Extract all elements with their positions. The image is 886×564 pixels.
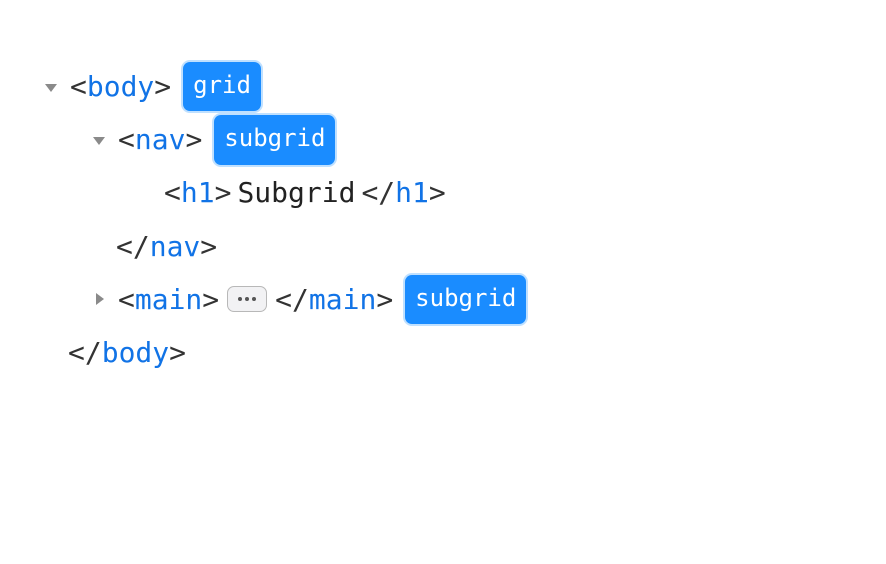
- tag-open: <body>: [70, 60, 171, 113]
- tree-row-nav-open[interactable]: <nav> subgrid: [40, 113, 846, 166]
- tree-row-h1[interactable]: <h1>Subgrid</h1>: [40, 166, 846, 219]
- tree-row-nav-close[interactable]: </nav>: [40, 220, 846, 273]
- tree-row-main[interactable]: <main> </main> subgrid: [40, 273, 846, 326]
- disclosure-triangle-collapsed-icon[interactable]: [88, 288, 110, 310]
- disclosure-triangle-expanded-icon[interactable]: [40, 76, 62, 98]
- text-node: Subgrid: [237, 166, 355, 219]
- tree-row-body-close[interactable]: </body>: [40, 326, 846, 379]
- tag-name: h1: [181, 176, 215, 209]
- subgrid-badge[interactable]: subgrid: [214, 115, 335, 165]
- subgrid-badge[interactable]: subgrid: [405, 275, 526, 325]
- tag-name: nav: [150, 230, 201, 263]
- tag-open: <nav>: [118, 113, 202, 166]
- tag-close: </nav>: [116, 220, 217, 273]
- tag-name: h1: [395, 176, 429, 209]
- tag-name: main: [135, 283, 202, 316]
- tag-name: nav: [135, 123, 186, 156]
- tag-name: body: [87, 70, 154, 103]
- disclosure-triangle-expanded-icon[interactable]: [88, 129, 110, 151]
- tag-name: main: [309, 283, 376, 316]
- tag-open: <h1>: [164, 166, 231, 219]
- expand-ellipsis-button[interactable]: [227, 286, 267, 312]
- grid-badge[interactable]: grid: [183, 62, 261, 112]
- tag-name: body: [102, 336, 169, 369]
- tree-row-body-open[interactable]: <body> grid: [40, 60, 846, 113]
- tag-open: <main>: [118, 273, 219, 326]
- tag-close: </body>: [68, 326, 186, 379]
- tag-close: </h1>: [361, 166, 445, 219]
- tag-close: </main>: [275, 273, 393, 326]
- dom-tree: <body> grid <nav> subgrid <h1>Subgrid</h…: [40, 60, 846, 379]
